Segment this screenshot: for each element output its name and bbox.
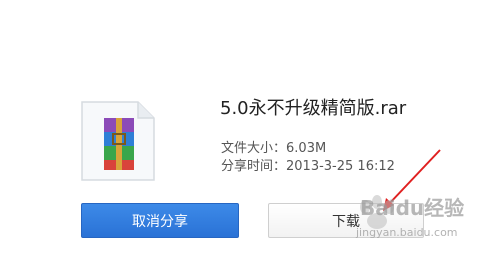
watermark-url: jingyan.baidu.com <box>356 226 458 239</box>
watermark-text: Baidu经验 <box>360 196 465 220</box>
